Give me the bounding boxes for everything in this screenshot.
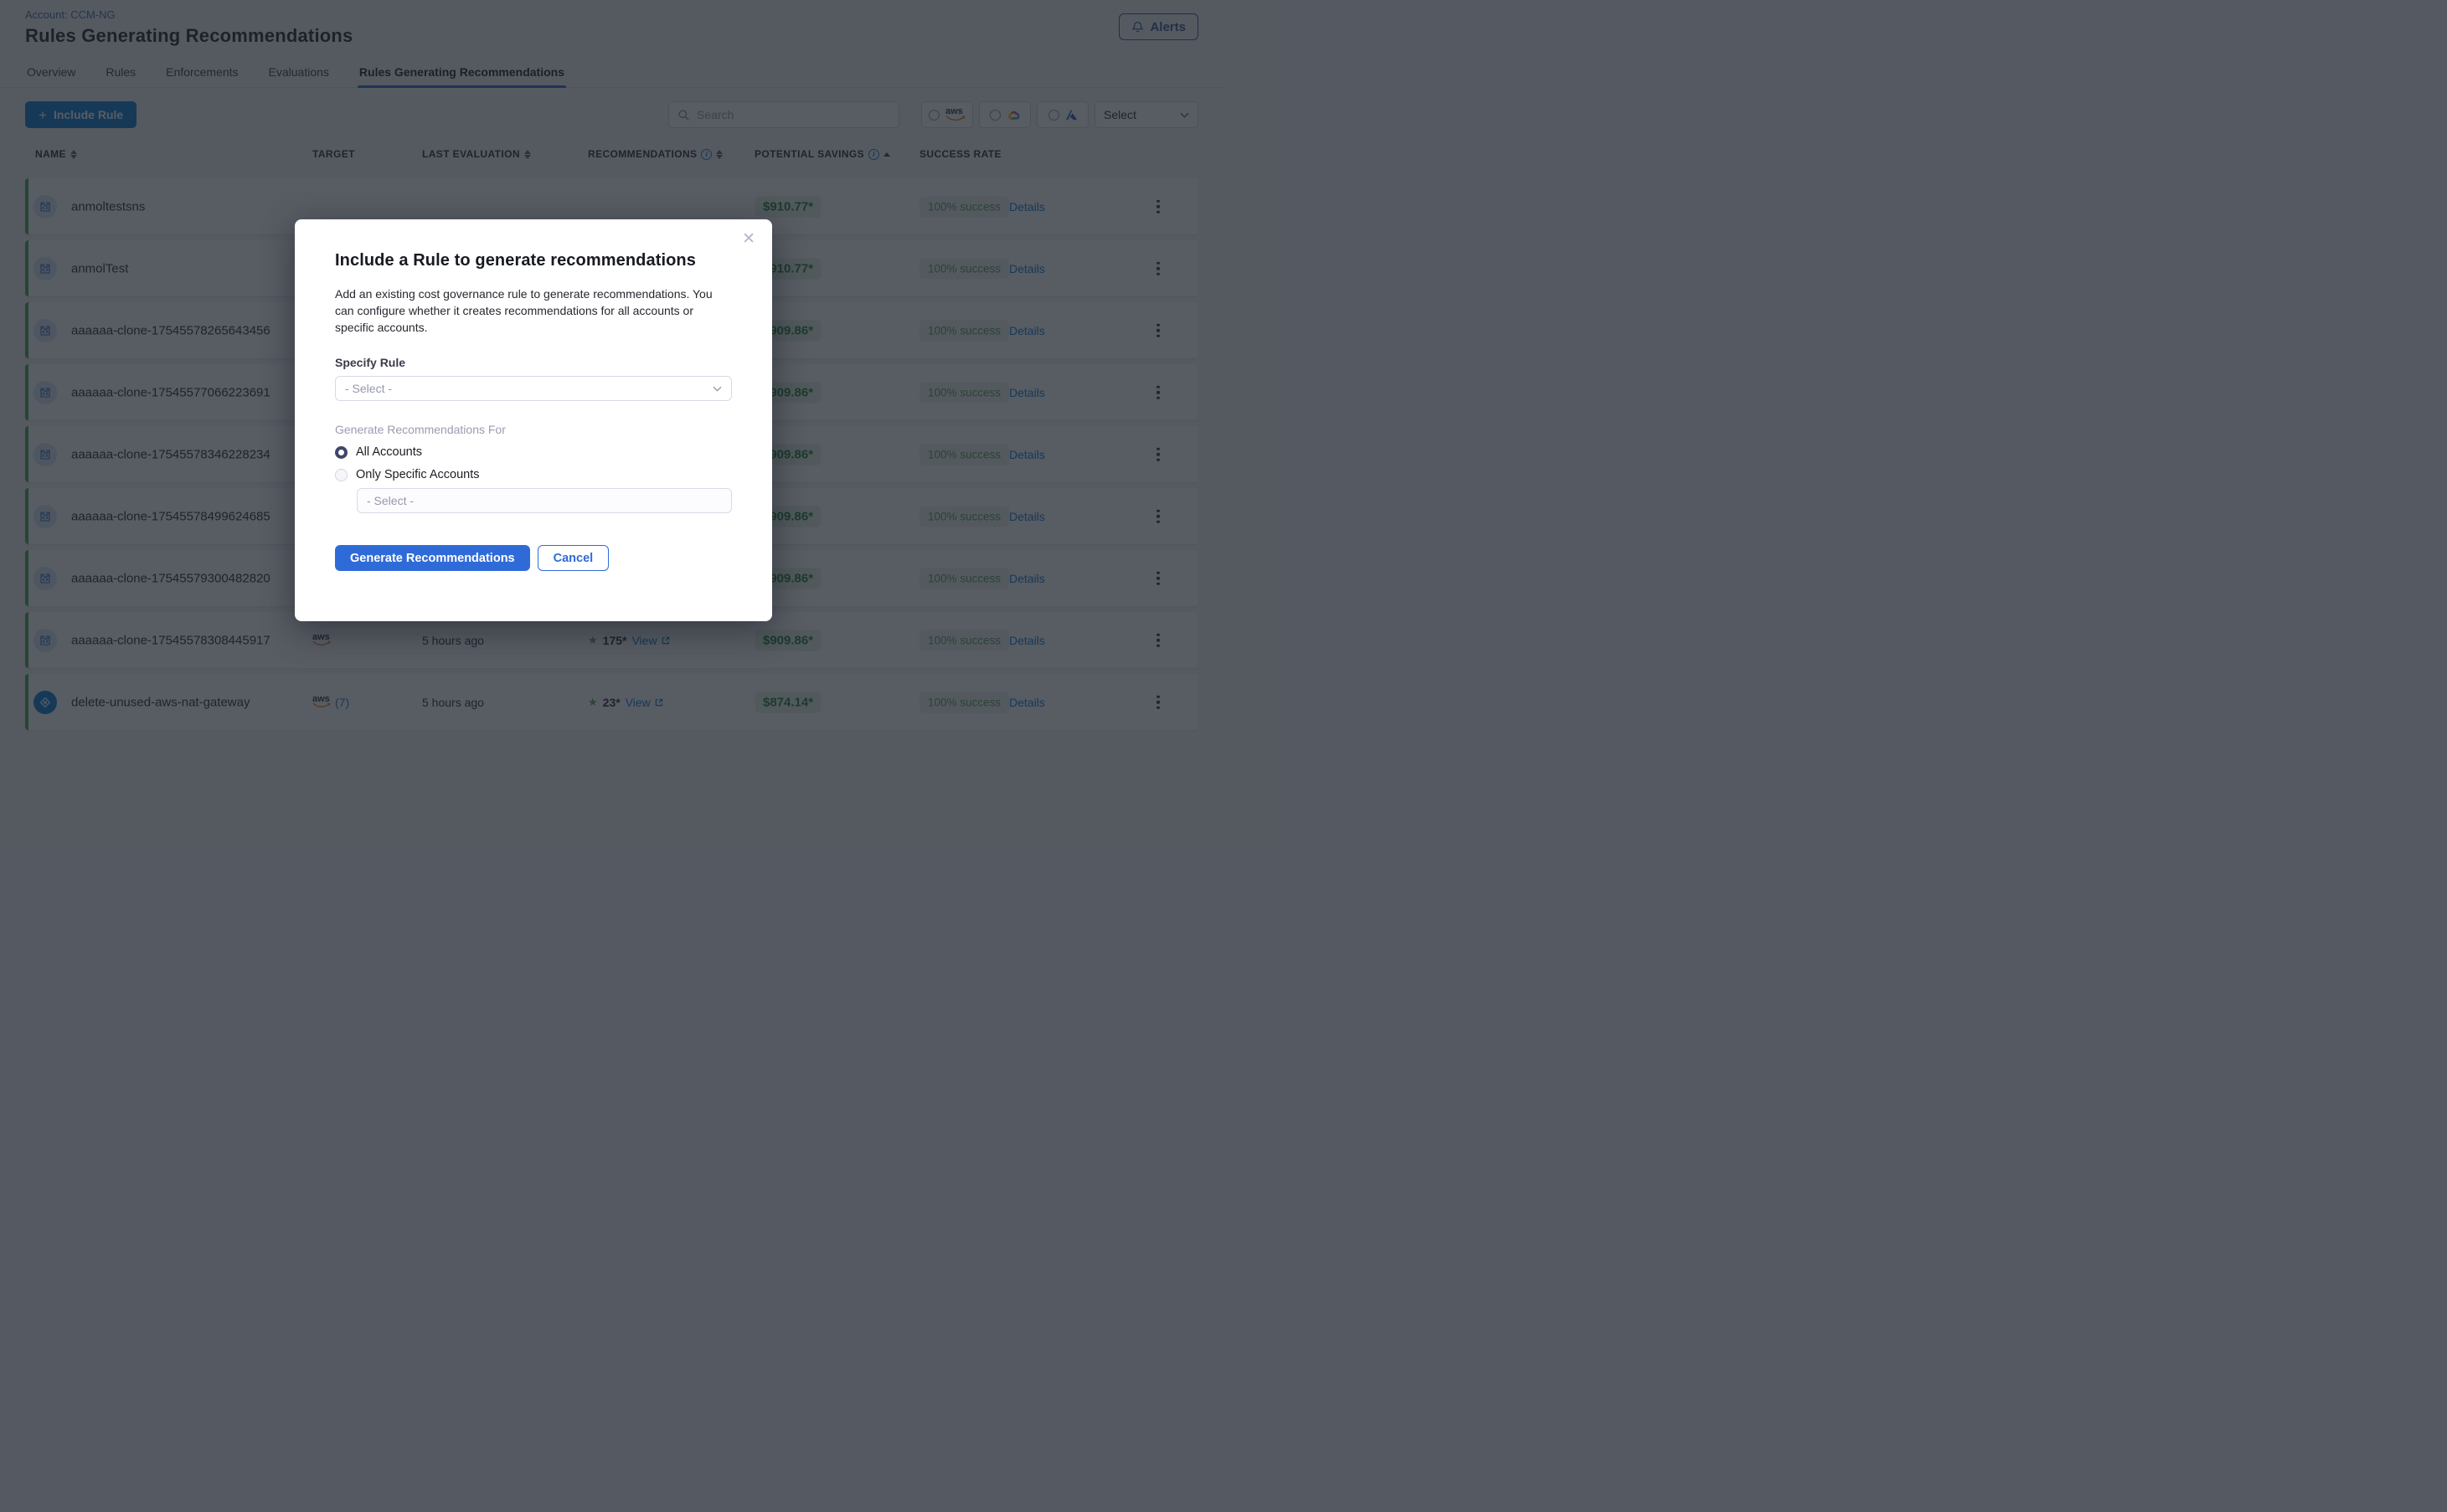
modal-title: Include a Rule to generate recommendatio… xyxy=(335,251,732,270)
include-rule-modal: ✕ Include a Rule to generate recommendat… xyxy=(295,219,772,621)
chevron-down-icon xyxy=(713,386,722,392)
modal-description: Add an existing cost governance rule to … xyxy=(335,285,732,336)
radio-unselected-icon[interactable] xyxy=(335,469,348,481)
specify-rule-label: Specify Rule xyxy=(335,356,732,369)
radio-all-accounts[interactable]: All Accounts xyxy=(335,445,732,459)
close-icon[interactable]: ✕ xyxy=(742,231,755,247)
radio-only-specific-accounts[interactable]: Only Specific Accounts xyxy=(335,468,732,481)
generate-for-label: Generate Recommendations For xyxy=(335,423,732,436)
specific-accounts-select[interactable]: - Select - xyxy=(357,488,732,513)
generate-recommendations-button[interactable]: Generate Recommendations xyxy=(335,545,530,571)
cancel-button[interactable]: Cancel xyxy=(538,545,610,571)
modal-actions: Generate Recommendations Cancel xyxy=(335,545,732,571)
rule-select[interactable]: - Select - xyxy=(335,376,732,401)
radio-selected-icon[interactable] xyxy=(335,446,348,459)
